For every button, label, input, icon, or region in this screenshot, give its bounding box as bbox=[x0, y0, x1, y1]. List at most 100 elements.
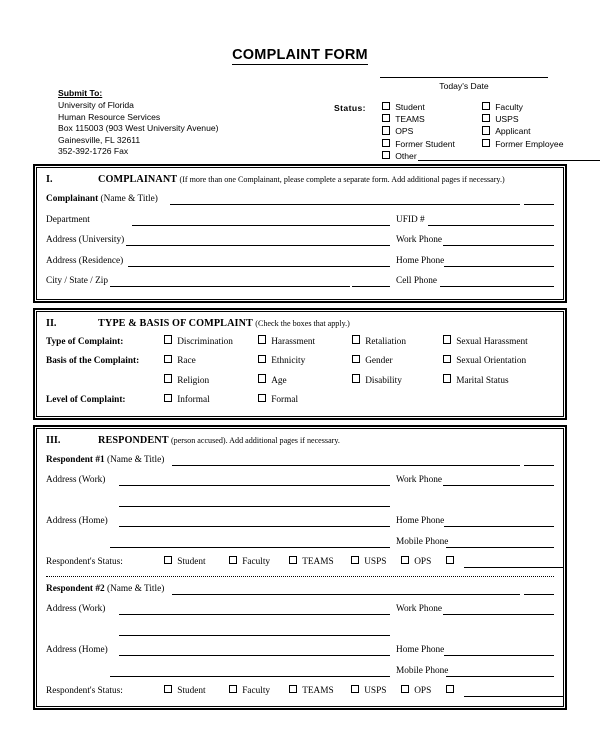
checkbox-icon[interactable] bbox=[164, 393, 173, 402]
checkbox-marital-status[interactable]: Marital Status bbox=[443, 372, 509, 392]
cell-phone-input-line[interactable] bbox=[440, 286, 554, 287]
department-input-line[interactable] bbox=[132, 224, 390, 226]
respondent2-status-other[interactable] bbox=[446, 681, 459, 702]
checkbox-icon[interactable] bbox=[443, 335, 452, 344]
address-residence-input-line[interactable] bbox=[128, 265, 390, 267]
checkbox-icon[interactable] bbox=[443, 374, 452, 383]
checkbox-race[interactable]: Race bbox=[164, 352, 196, 372]
checkbox-icon[interactable] bbox=[382, 114, 391, 123]
checkbox-icon[interactable] bbox=[164, 374, 173, 383]
respondent2-status-other-input-line[interactable] bbox=[464, 696, 564, 697]
address-university-input-line[interactable] bbox=[126, 245, 390, 246]
respondent2-address-work-input-line[interactable] bbox=[119, 614, 390, 615]
respondent2-address-work-input-line-2[interactable] bbox=[119, 634, 390, 636]
respondent2-status-student[interactable]: Student bbox=[164, 681, 206, 702]
respondent1-address-work-input-line[interactable] bbox=[119, 485, 390, 486]
checkbox-icon[interactable] bbox=[482, 114, 491, 123]
checkbox-icon[interactable] bbox=[401, 555, 410, 564]
checkbox-icon[interactable] bbox=[446, 684, 455, 693]
checkbox-icon[interactable] bbox=[164, 335, 173, 344]
checkbox-age[interactable]: Age bbox=[258, 372, 287, 392]
respondent2-address-home-input-line[interactable] bbox=[119, 655, 390, 656]
respondent1-address-home-input-line[interactable] bbox=[119, 526, 390, 527]
status-checkbox-applicant[interactable]: Applicant bbox=[482, 126, 531, 138]
respondent1-address-home-input-line-2[interactable] bbox=[110, 546, 390, 548]
checkbox-icon[interactable] bbox=[164, 684, 173, 693]
respondent2-status-ops[interactable]: OPS bbox=[401, 681, 431, 702]
checkbox-icon[interactable] bbox=[351, 684, 360, 693]
respondent1-mobile-phone-input-line[interactable] bbox=[446, 546, 554, 548]
checkbox-ethnicity[interactable]: Ethnicity bbox=[258, 352, 305, 372]
checkbox-icon[interactable] bbox=[382, 150, 391, 159]
checkbox-icon[interactable] bbox=[258, 335, 267, 344]
checkbox-icon[interactable] bbox=[382, 102, 391, 111]
city-state-zip-input-line-2[interactable] bbox=[352, 286, 390, 287]
checkbox-icon[interactable] bbox=[258, 393, 267, 402]
checkbox-harassment[interactable]: Harassment bbox=[258, 333, 315, 353]
respondent1-status-ops[interactable]: OPS bbox=[401, 552, 431, 573]
checkbox-icon[interactable] bbox=[482, 138, 491, 147]
respondent1-status-faculty[interactable]: Faculty bbox=[229, 552, 270, 573]
checkbox-icon[interactable] bbox=[401, 684, 410, 693]
status-checkbox-other[interactable]: Other bbox=[382, 150, 417, 163]
respondent2-status-teams[interactable]: TEAMS bbox=[289, 681, 334, 702]
respondent1-name-input-line-end[interactable] bbox=[524, 464, 554, 466]
checkbox-icon[interactable] bbox=[229, 684, 238, 693]
checkbox-icon[interactable] bbox=[352, 335, 361, 344]
checkbox-gender[interactable]: Gender bbox=[352, 352, 393, 372]
checkbox-sexual-orientation[interactable]: Sexual Orientation bbox=[443, 352, 526, 372]
checkbox-formal[interactable]: Formal bbox=[258, 391, 298, 411]
checkbox-icon[interactable] bbox=[164, 354, 173, 363]
respondent1-work-phone-input-line[interactable] bbox=[443, 485, 554, 486]
checkbox-icon[interactable] bbox=[482, 126, 491, 135]
complainant-name-input-line[interactable] bbox=[170, 204, 520, 205]
todays-date-input-line[interactable] bbox=[380, 77, 548, 78]
respondent2-mobile-phone-input-line[interactable] bbox=[446, 675, 554, 677]
status-checkbox-student[interactable]: Student bbox=[382, 102, 425, 114]
checkbox-religion[interactable]: Religion bbox=[164, 372, 209, 392]
city-state-zip-input-line[interactable] bbox=[110, 286, 350, 287]
checkbox-icon[interactable] bbox=[258, 354, 267, 363]
checkbox-icon[interactable] bbox=[443, 354, 452, 363]
checkbox-sexual-harassment[interactable]: Sexual Harassment bbox=[443, 333, 528, 353]
checkbox-icon[interactable] bbox=[351, 555, 360, 564]
checkbox-icon[interactable] bbox=[289, 684, 298, 693]
status-checkbox-usps[interactable]: USPS bbox=[482, 114, 519, 126]
home-phone-input-line[interactable] bbox=[444, 265, 554, 267]
respondent1-status-student[interactable]: Student bbox=[164, 552, 206, 573]
respondent1-status-teams[interactable]: TEAMS bbox=[289, 552, 334, 573]
checkbox-icon[interactable] bbox=[382, 126, 391, 135]
checkbox-icon[interactable] bbox=[352, 354, 361, 363]
checkbox-icon[interactable] bbox=[289, 555, 298, 564]
respondent1-home-phone-input-line[interactable] bbox=[444, 526, 554, 527]
checkbox-disability[interactable]: Disability bbox=[352, 372, 402, 392]
checkbox-discrimination[interactable]: Discrimination bbox=[164, 333, 233, 353]
work-phone-input-line[interactable] bbox=[443, 245, 554, 246]
checkbox-icon[interactable] bbox=[164, 555, 173, 564]
respondent1-status-other[interactable] bbox=[446, 552, 459, 573]
respondent2-name-input-line-end[interactable] bbox=[524, 593, 554, 595]
respondent1-name-input-line[interactable] bbox=[172, 464, 520, 466]
respondent2-address-home-input-line-2[interactable] bbox=[110, 675, 390, 677]
respondent1-status-usps[interactable]: USPS bbox=[351, 552, 386, 573]
respondent1-address-work-input-line-2[interactable] bbox=[119, 505, 390, 507]
checkbox-icon[interactable] bbox=[382, 138, 391, 147]
status-checkbox-teams[interactable]: TEAMS bbox=[382, 114, 425, 126]
ufid-input-line[interactable] bbox=[428, 224, 554, 226]
checkbox-icon[interactable] bbox=[258, 374, 267, 383]
checkbox-informal[interactable]: Informal bbox=[164, 391, 210, 411]
status-checkbox-faculty[interactable]: Faculty bbox=[482, 102, 523, 114]
status-checkbox-ops[interactable]: OPS bbox=[382, 126, 413, 138]
respondent2-work-phone-input-line[interactable] bbox=[443, 614, 554, 615]
respondent2-name-input-line[interactable] bbox=[172, 593, 520, 595]
checkbox-icon[interactable] bbox=[482, 102, 491, 111]
status-other-input-line[interactable] bbox=[418, 159, 600, 161]
status-checkbox-former-employee[interactable]: Former Employee bbox=[482, 138, 563, 151]
respondent1-status-other-input-line[interactable] bbox=[464, 567, 564, 568]
checkbox-icon[interactable] bbox=[229, 555, 238, 564]
complainant-name-input-line-end[interactable] bbox=[524, 204, 554, 205]
checkbox-retaliation[interactable]: Retaliation bbox=[352, 333, 406, 353]
checkbox-icon[interactable] bbox=[446, 555, 455, 564]
respondent2-home-phone-input-line[interactable] bbox=[444, 655, 554, 656]
status-checkbox-former-student[interactable]: Former Student bbox=[382, 138, 455, 151]
